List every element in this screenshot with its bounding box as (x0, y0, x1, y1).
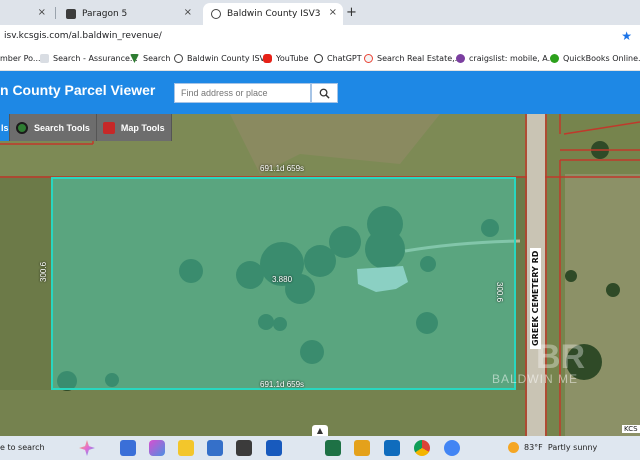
tool-label: Search Tools (34, 122, 90, 133)
tool-label: ls (1, 122, 9, 133)
bookmark-item[interactable]: craigslist: mobile, A... (456, 54, 555, 63)
word-icon[interactable] (266, 440, 282, 456)
vee-icon (130, 54, 139, 63)
paragon-favicon-icon (66, 9, 76, 19)
chrome-icon[interactable] (414, 440, 430, 456)
page-icon (40, 54, 49, 63)
store-icon[interactable] (207, 440, 223, 456)
url-text[interactable]: isv.kcsgis.com/al.baldwin_revenue/ (4, 31, 162, 41)
weather-desc: Partly sunny (547, 443, 598, 452)
app-title: n County Parcel Viewer (0, 82, 156, 98)
search-icon (319, 88, 330, 99)
bookmark-item[interactable]: Search (130, 54, 170, 63)
browser-tab-baldwin[interactable]: Baldwin County ISV3 × (203, 3, 343, 25)
start-icon[interactable] (120, 440, 136, 456)
copilot-app-icon[interactable] (149, 440, 165, 456)
globe-icon (211, 9, 221, 19)
bookmark-star-icon[interactable]: ★ (621, 29, 632, 43)
parcel-acreage-label: 3.880 (272, 275, 293, 284)
bookmark-label: ChatGPT (327, 54, 362, 63)
tool-layers-button[interactable]: ls (0, 114, 10, 141)
map-attribution: KCS (622, 425, 640, 433)
tab-label: Paragon 5 (82, 9, 128, 19)
road-name-label: GREEK CEMETERY RD (530, 247, 541, 349)
map-toolbar: ls Search Tools Map Tools (0, 114, 172, 141)
chevron-up-icon[interactable]: ▲ (312, 425, 328, 436)
tab-label: Baldwin County ISV3 (227, 9, 321, 19)
bookmark-label: YouTube (276, 54, 309, 63)
bookmark-label: QuickBooks Online... (563, 54, 640, 63)
chatgpt-icon (314, 54, 323, 63)
copilot-icon[interactable] (79, 440, 95, 456)
bookmark-item[interactable]: mber Po... (0, 54, 41, 63)
search-tools-icon (16, 121, 28, 134)
youtube-icon (263, 54, 272, 63)
bookmark-item[interactable]: Search - Assurance... (40, 54, 138, 63)
search-tools-button[interactable]: Search Tools (10, 114, 97, 141)
bookmark-item[interactable]: ChatGPT (314, 54, 362, 63)
search-button[interactable] (311, 83, 338, 103)
globe-icon (174, 54, 183, 63)
search-engine-icon (364, 54, 373, 63)
browser-tab-paragon[interactable]: Paragon 5 × (60, 3, 198, 25)
bookmark-label: Search Real Estate,... (377, 54, 463, 63)
peace-icon (456, 54, 465, 63)
terminal-icon[interactable] (236, 440, 252, 456)
weather-widget[interactable]: 83°F Partly sunny (508, 442, 597, 453)
taskbar-search[interactable]: e to search (0, 443, 45, 452)
bookmark-label: mber Po... (0, 54, 41, 63)
parcel-measure-bottom: 691.1d 659s (260, 380, 305, 389)
bookmark-label: craigslist: mobile, A... (469, 54, 556, 63)
bookmark-item[interactable]: Search Real Estate,... (364, 54, 462, 63)
folder-icon[interactable] (354, 440, 370, 456)
parcel-measure-left: 300.6 (39, 261, 48, 282)
bookmark-item[interactable]: Baldwin County ISV3 (174, 54, 270, 63)
map-tools-icon (102, 121, 115, 134)
weather-temp: 83°F (524, 443, 543, 452)
windows-taskbar: e to search 83°F Partly sunny (0, 436, 640, 460)
tab-close-icon[interactable]: × (38, 7, 46, 18)
file-explorer-icon[interactable] (178, 440, 194, 456)
map-tools-button[interactable]: Map Tools (96, 114, 172, 141)
browser-tab-first[interactable]: × (0, 3, 52, 25)
screen: { "browser": { "tabs": [ { "label": "", … (0, 0, 640, 460)
bookmark-label: Search (143, 54, 171, 63)
outlook-icon[interactable] (384, 440, 400, 456)
tab-close-icon[interactable]: × (329, 7, 337, 18)
address-search-input[interactable] (174, 83, 311, 103)
bookmarks-bar: mber Po... Search - Assurance... Search … (0, 49, 640, 71)
app-header: n County Parcel Viewer (0, 71, 640, 114)
brokerage-watermark: BALDWIN ME (492, 372, 579, 386)
chrome-profile-icon[interactable] (444, 440, 460, 456)
bookmark-item[interactable]: YouTube (263, 54, 309, 63)
browser-tabstrip: × Paragon 5 × Baldwin County ISV3 × + (0, 0, 640, 25)
partly-sunny-icon (508, 442, 519, 453)
bookmark-item[interactable]: QuickBooks Online... (550, 54, 640, 63)
parcel-measure-top: 691.1d 659s (260, 164, 305, 173)
quickbooks-icon (550, 54, 559, 63)
new-tab-button[interactable]: + (346, 5, 357, 20)
tool-label: Map Tools (120, 122, 165, 133)
tab-close-icon[interactable]: × (184, 7, 192, 18)
map-view[interactable]: 691.1d 659s 691.1d 659s 300.6 300.6 3.88… (0, 114, 640, 436)
bookmark-label: Baldwin County ISV3 (187, 54, 271, 63)
parcel-measure-right: 300.6 (495, 282, 504, 303)
tab-divider (55, 7, 56, 19)
bookmark-label: Search - Assurance... (53, 54, 138, 63)
address-bar[interactable]: isv.kcsgis.com/al.baldwin_revenue/ ★ (0, 25, 640, 49)
excel-icon[interactable] (325, 440, 341, 456)
